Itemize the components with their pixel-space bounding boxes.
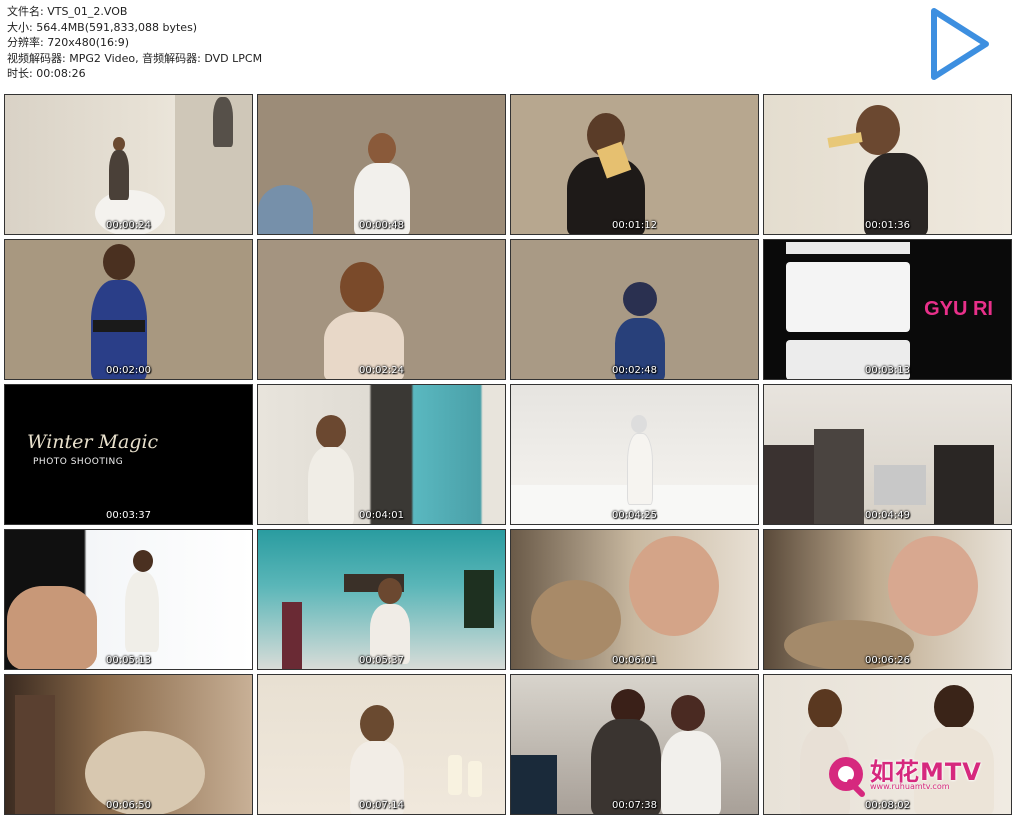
model-head — [934, 685, 974, 729]
film-strip-frame — [786, 242, 910, 254]
crew-figure — [213, 97, 233, 147]
title-card-subtitle: PHOTO SHOOTING — [33, 457, 124, 467]
thumbnail-frame[interactable]: Winter Magic PHOTO SHOOTING 00:03:37 — [4, 384, 253, 525]
watermark-logo: 如花MTV www.ruhuamtv.com — [826, 752, 986, 800]
timestamp: 00:05:37 — [359, 655, 404, 666]
model-hat — [623, 282, 657, 316]
timestamp: 00:05:13 — [106, 655, 151, 666]
timestamp: 00:01:12 — [612, 220, 657, 231]
studio-prop — [15, 695, 55, 814]
title-card-title: Winter Magic — [27, 431, 159, 453]
thumbnail-frame[interactable]: 00:06:26 — [763, 529, 1012, 670]
model-head — [133, 550, 153, 572]
thumbnail-frame[interactable]: GYU RI 00:03:13 — [763, 239, 1012, 380]
thumbnail-frame[interactable]: 00:06:01 — [510, 529, 759, 670]
thumbnail-frame[interactable]: 00:05:37 — [257, 529, 506, 670]
timestamp: 00:04:01 — [359, 510, 404, 521]
thumbnail-frame[interactable]: 00:04:25 — [510, 384, 759, 525]
thumbnail-frame[interactable]: 00:04:01 — [257, 384, 506, 525]
model-head — [378, 578, 402, 604]
model-head — [113, 137, 125, 151]
wall-board — [464, 570, 494, 628]
thumbnail-frame[interactable]: 00:01:12 — [510, 94, 759, 235]
timestamp: 00:07:14 — [359, 800, 404, 811]
timestamp: 00:06:26 — [865, 655, 910, 666]
monitor — [874, 465, 926, 505]
candle — [448, 755, 462, 795]
watermark-url: www.ruhuamtv.com — [870, 782, 950, 791]
model-head — [316, 415, 346, 449]
timestamp: 00:00:48 — [359, 220, 404, 231]
timestamp: 00:04:25 — [612, 510, 657, 521]
thumbnail-frame[interactable]: 00:07:14 — [257, 674, 506, 815]
face-closeup — [629, 536, 719, 636]
timestamp: 00:00:24 — [106, 220, 151, 231]
timestamp: 00:08:02 — [865, 800, 910, 811]
model-head — [808, 689, 842, 729]
thumbnail-frame[interactable]: 00:06:50 — [4, 674, 253, 815]
timestamp: 00:06:01 — [612, 655, 657, 666]
thumbnail-frame[interactable]: 00:02:00 — [4, 239, 253, 380]
codec-line: 视频解码器: MPG2 Video, 音频解码器: DVD LPCM — [7, 51, 263, 65]
file-info: 文件名: VTS_01_2.VOB 大小: 564.4MB(591,833,08… — [7, 4, 262, 82]
thumbnail-frame[interactable]: 00:07:38 — [510, 674, 759, 815]
thumbnail-frame[interactable]: 00:04:49 — [763, 384, 1012, 525]
timestamp: 00:02:00 — [106, 365, 151, 376]
paper-plane — [827, 132, 863, 148]
timestamp: 00:07:38 — [612, 800, 657, 811]
model-head — [103, 244, 135, 280]
size-line: 大小: 564.4MB(591,833,088 bytes) — [7, 20, 198, 34]
play-triangle-icon[interactable] — [926, 5, 992, 83]
model-head — [360, 705, 394, 743]
thumbnail-frame[interactable]: 00:02:24 — [257, 239, 506, 380]
timestamp: 00:01:36 — [865, 220, 910, 231]
fur-prop — [531, 580, 621, 660]
thumbnail-frame[interactable]: 00:00:24 — [4, 94, 253, 235]
film-strip-frame — [786, 262, 910, 332]
timestamp: 00:02:48 — [612, 365, 657, 376]
thumbnail-frame[interactable]: 00:02:48 — [510, 239, 759, 380]
model-head — [340, 262, 384, 312]
model-figure — [627, 433, 653, 505]
model-head — [856, 105, 900, 155]
resolution-line: 分辨率: 720x480(16:9) — [7, 36, 129, 50]
model-head — [631, 415, 647, 433]
thumbnail-grid: 00:00:24 00:00:48 00:01:12 00:01:36 00:0… — [4, 94, 1012, 815]
thumbnail-frame[interactable]: 00:05:13 — [4, 529, 253, 670]
timestamp: 00:03:37 — [106, 510, 151, 521]
model-head — [671, 695, 705, 731]
thumbnail-frame[interactable]: 00:01:36 — [763, 94, 1012, 235]
timestamp: 00:03:13 — [865, 365, 910, 376]
filename-line: 文件名: VTS_01_2.VOB — [7, 5, 128, 18]
candle — [468, 761, 482, 797]
name-overlay: GYU RI — [924, 298, 993, 320]
logo-q-icon — [829, 757, 865, 797]
timestamp: 00:02:24 — [359, 365, 404, 376]
belt — [93, 320, 145, 332]
thumbnail-frame[interactable]: 00:00:48 — [257, 94, 506, 235]
timestamp: 00:04:49 — [865, 510, 910, 521]
model-figure — [125, 572, 159, 652]
model-head — [368, 133, 396, 165]
face-closeup — [888, 536, 978, 636]
timestamp: 00:06:50 — [106, 800, 151, 811]
model-figure — [109, 150, 129, 200]
duration-line: 时长: 00:08:26 — [7, 67, 86, 81]
